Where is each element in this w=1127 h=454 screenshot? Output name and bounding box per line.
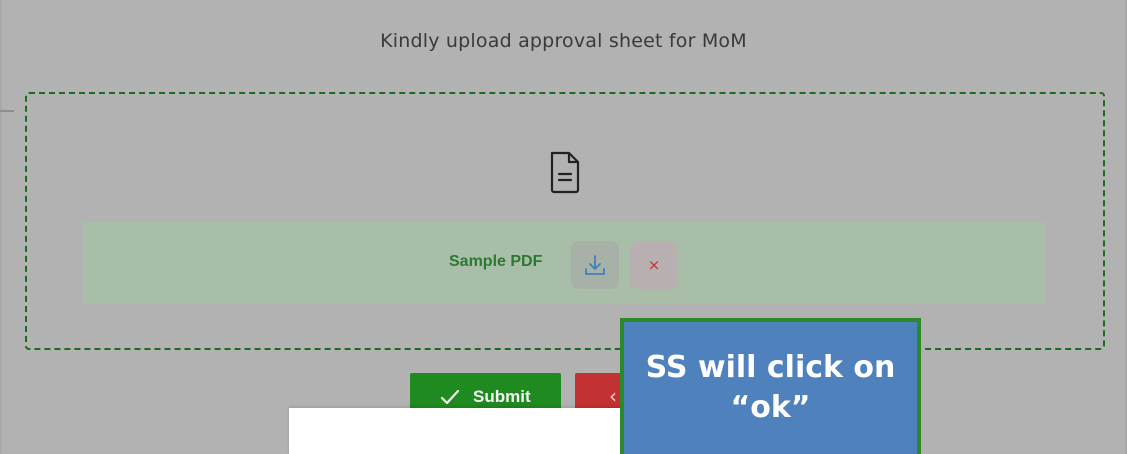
annotation-text: SS will click on “ok” [645, 350, 896, 425]
chevron-left-icon: ‹ [609, 384, 617, 408]
submit-label: Submit [473, 387, 531, 406]
uploaded-file-row [83, 222, 1046, 304]
close-icon: × [647, 256, 661, 274]
modal-title: Kindly upload approval sheet for MoM [380, 30, 747, 52]
annotation-callout: SS will click on “ok” [620, 318, 921, 454]
confirm-dialog [289, 408, 629, 454]
check-icon [440, 389, 460, 405]
download-icon [585, 255, 605, 275]
upload-dropzone[interactable] [25, 92, 1105, 350]
download-button[interactable] [571, 241, 619, 289]
file-name: Sample PDF [449, 253, 543, 270]
remove-file-button[interactable]: × [630, 241, 678, 289]
document-icon [550, 151, 580, 194]
divider [0, 110, 14, 112]
